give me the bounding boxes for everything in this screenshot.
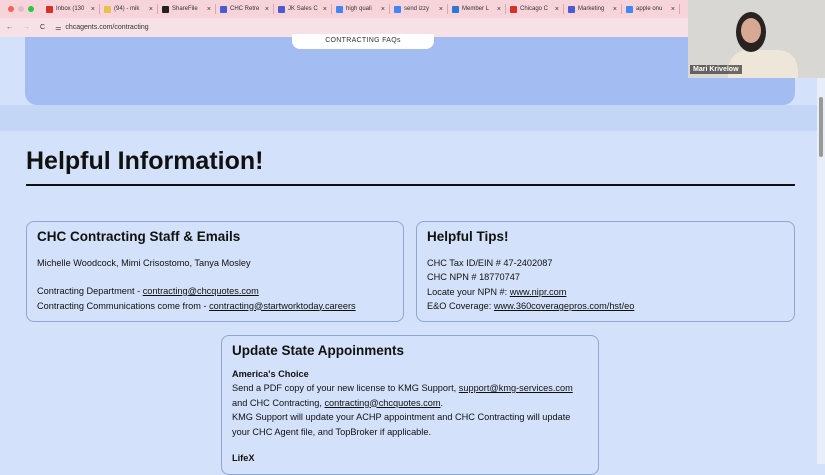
close-tab-icon[interactable]: × [439, 6, 443, 13]
tab-label: Member L [462, 6, 490, 12]
favicon-icon [46, 5, 53, 13]
forward-icon[interactable]: → [23, 24, 30, 31]
state-card-title: Update State Appoinments [232, 343, 405, 358]
state-appointments-card: Update State Appoinments America's Choic… [221, 335, 599, 475]
favicon-icon [278, 5, 285, 13]
close-tab-icon[interactable]: × [497, 6, 501, 13]
close-window-button[interactable] [8, 6, 14, 12]
tab-label: Marketing [578, 6, 605, 12]
tab-label: Chicago C [520, 6, 549, 12]
kmg-note: KMG Support will update your ACHP appoin… [232, 412, 571, 437]
close-tab-icon[interactable]: × [207, 6, 211, 13]
favicon-icon [162, 5, 169, 13]
site-info-icon[interactable]: ⚌ [55, 24, 61, 32]
favicon-icon [452, 5, 459, 13]
locate-npn-label: Locate your NPN #: [427, 286, 510, 297]
tab-label: CHC Retre [230, 6, 260, 12]
favicon-icon [568, 5, 575, 13]
close-tab-icon[interactable]: × [613, 6, 617, 13]
browser-tab[interactable]: Chicago C × [506, 4, 564, 14]
participant-name: Mari Krivelow [690, 65, 742, 74]
browser-tab[interactable]: ShareFile × [158, 4, 216, 14]
browser-tab[interactable]: Member L × [448, 4, 506, 14]
close-tab-icon[interactable]: × [555, 6, 559, 13]
eo-link[interactable]: www.360coveragepros.com/hst/eo [494, 301, 634, 311]
maximize-window-button[interactable] [28, 6, 34, 12]
staff-names: Michelle Woodcock, Mimi Crisostomo, Tany… [37, 257, 251, 268]
favicon-icon [220, 5, 227, 13]
favicon-icon [104, 5, 111, 13]
americas-choice-heading: America's Choice [232, 368, 309, 379]
page-heading: Helpful Information! [26, 147, 264, 175]
tax-id: CHC Tax ID/EIN # 47-2402087 [427, 257, 553, 268]
scrollbar-thumb[interactable] [819, 97, 823, 157]
tab-label: apple onu [636, 6, 663, 12]
close-tab-icon[interactable]: × [323, 6, 327, 13]
favicon-icon [336, 5, 343, 13]
browser-tab[interactable]: send izzy × [390, 4, 448, 14]
page-scrollbar[interactable] [817, 37, 825, 464]
browser-tab[interactable]: (94) - mik × [100, 4, 158, 14]
tab-label: JK Sales C [288, 6, 318, 12]
staff-card-title: CHC Contracting Staff & Emails [37, 229, 241, 244]
tab-label: send izzy [404, 6, 430, 12]
minimize-window-button[interactable] [18, 6, 24, 12]
period: . [440, 397, 444, 408]
favicon-icon [626, 5, 633, 13]
tab-label: Inbox (130 [56, 6, 85, 12]
video-call-overlay: Mari Krivelow [688, 0, 825, 78]
close-tab-icon[interactable]: × [265, 6, 269, 13]
browser-tab[interactable]: Inbox (130 × [42, 4, 100, 14]
favicon-icon [510, 5, 517, 13]
tab-label: ShareFile [172, 6, 198, 12]
dept-email-link[interactable]: contracting@chcquotes.com [143, 286, 259, 296]
tab-label: (94) - mik [114, 6, 140, 12]
tab-label: high quali [346, 6, 372, 12]
comm-label: Contracting Communications come from - [37, 300, 210, 311]
close-tab-icon[interactable]: × [671, 6, 675, 13]
browser-tab[interactable]: high quali × [332, 4, 390, 14]
eo-label: E&O Coverage: [427, 301, 494, 311]
browser-tab[interactable]: CHC Retre × [216, 4, 274, 14]
lifex-heading: LifeX [232, 453, 255, 463]
url-input[interactable]: chcagents.com/contracting [65, 24, 148, 31]
heading-rule [26, 184, 795, 186]
instruction-text: and CHC Contracting, [232, 397, 325, 408]
tips-card-title: Helpful Tips! [427, 229, 509, 244]
tips-card: Helpful Tips! CHC Tax ID/EIN # 47-240208… [416, 221, 795, 322]
npn: CHC NPN # 18770747 [427, 272, 520, 282]
kmg-support-link[interactable]: support@kmg-services.com [459, 383, 573, 393]
browser-tab[interactable]: JK Sales C × [274, 4, 332, 14]
close-tab-icon[interactable]: × [381, 6, 385, 13]
reload-icon[interactable]: C [40, 24, 45, 31]
participant-face [741, 18, 761, 43]
browser-tab[interactable]: Marketing × [564, 4, 622, 14]
favicon-icon [394, 5, 401, 13]
section-divider-band [0, 105, 825, 131]
comm-email-link[interactable]: contracting@startworktoday.careers [209, 301, 356, 311]
staff-card: CHC Contracting Staff & Emails Michelle … [26, 221, 404, 322]
instruction-text: Send a PDF copy of your new license to K… [232, 383, 459, 393]
close-tab-icon[interactable]: × [91, 6, 95, 13]
browser-tab[interactable]: apple onu × [622, 4, 680, 14]
nipr-link[interactable]: www.nipr.com [510, 287, 567, 297]
close-tab-icon[interactable]: × [149, 6, 153, 13]
back-icon[interactable]: ← [6, 24, 13, 31]
dept-label: Contracting Department - [37, 286, 143, 296]
window-controls [0, 6, 42, 12]
chc-contracting-link[interactable]: contracting@chcquotes.com [324, 398, 440, 408]
contracting-faqs-button[interactable]: CONTRACTING FAQs [292, 34, 434, 49]
